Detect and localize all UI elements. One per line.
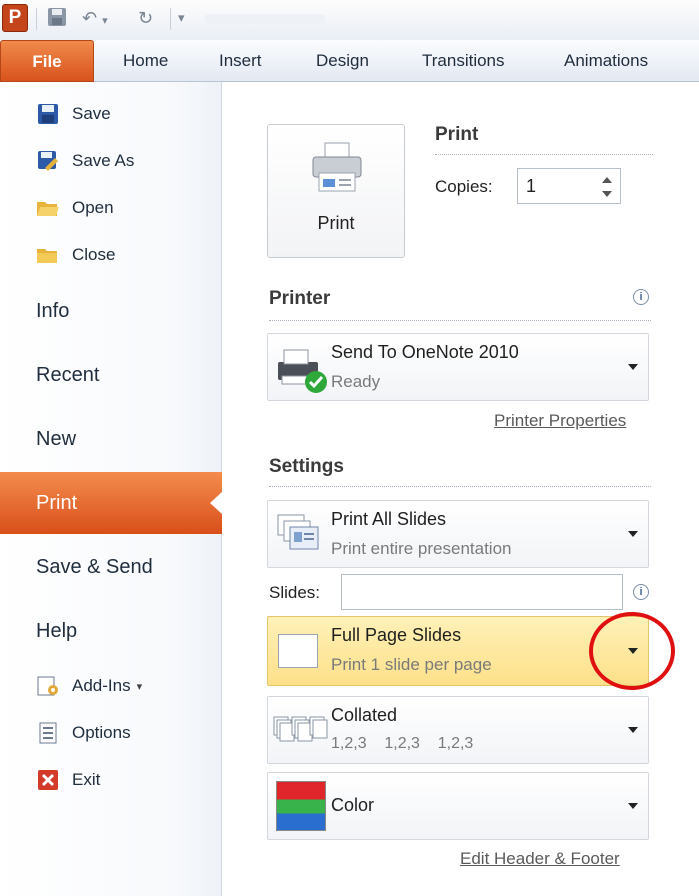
copies-stepper[interactable]: 1: [517, 168, 621, 204]
save-icon: [36, 102, 60, 126]
color-dropdown[interactable]: Color: [267, 772, 649, 840]
nav-save-label: Save: [72, 104, 111, 123]
printer-section-title: Printer: [269, 288, 331, 309]
edit-header-footer-link[interactable]: Edit Header & Footer: [460, 849, 620, 869]
tab-design[interactable]: Design: [316, 40, 369, 82]
ribbon-tabs: File Home Insert Design Transitions Anim…: [0, 40, 699, 82]
exit-icon: [36, 768, 60, 792]
print-range-subtitle: Print entire presentation: [331, 539, 512, 558]
toolbar-separator: [36, 8, 37, 30]
print-range-title: Print All Slides: [331, 509, 447, 529]
printer-status: Ready: [331, 372, 381, 391]
info-icon[interactable]: i: [633, 289, 649, 305]
tab-home[interactable]: Home: [123, 40, 168, 82]
nav-save[interactable]: Save: [36, 99, 111, 129]
nav-help[interactable]: Help: [36, 614, 77, 648]
customize-toolbar-icon[interactable]: ▾: [178, 6, 198, 30]
print-section-title: Print: [435, 124, 479, 145]
nav-save-as[interactable]: Save As: [36, 146, 134, 176]
divider: [269, 320, 651, 321]
slides-label: Slides:: [269, 583, 321, 602]
nav-exit-label: Exit: [72, 770, 101, 789]
printer-name: Send To OneNote 2010: [331, 342, 519, 362]
chevron-down-icon: [628, 727, 638, 733]
tab-insert[interactable]: Insert: [219, 40, 262, 82]
collated-pages-icon: [273, 716, 328, 742]
options-icon: [36, 721, 60, 745]
close-folder-icon: [36, 243, 60, 267]
slides-stack-icon: [277, 514, 319, 550]
redo-icon[interactable]: ↻: [138, 6, 162, 30]
color-swatch-icon: [276, 781, 326, 831]
quick-access-toolbar: P ↶ ▾ ↻ ▾: [0, 0, 699, 40]
spin-down-icon[interactable]: [602, 191, 612, 197]
nav-recent[interactable]: Recent: [36, 358, 99, 392]
layout-subtitle: Print 1 slide per page: [331, 655, 492, 674]
tab-file[interactable]: File: [0, 40, 94, 82]
annotation-circle: [589, 612, 675, 690]
nav-info[interactable]: Info: [36, 294, 69, 328]
printer-properties-link[interactable]: Printer Properties: [494, 411, 626, 431]
nav-save-as-label: Save As: [72, 151, 135, 170]
window-title: [205, 14, 325, 24]
printer-dropdown[interactable]: Send To OneNote 2010 Ready: [267, 333, 649, 401]
print-range-dropdown[interactable]: Print All Slides Print entire presentati…: [267, 500, 649, 568]
copies-label: Copies:: [435, 177, 493, 196]
nav-close[interactable]: Close: [36, 240, 115, 270]
copies-value: 1: [526, 176, 537, 196]
print-button-label: Print: [317, 213, 355, 233]
color-title: Color: [331, 795, 375, 815]
nav-add-ins-label: Add-Ins: [72, 676, 131, 695]
spin-up-icon[interactable]: [602, 177, 612, 183]
save-icon[interactable]: [46, 6, 70, 30]
full-page-slide-icon: [278, 634, 318, 668]
nav-open[interactable]: Open: [36, 193, 114, 223]
nav-options-label: Options: [72, 723, 131, 742]
powerpoint-backstage-window: P ↶ ▾ ↻ ▾ File Home Insert Design Transi…: [0, 0, 699, 896]
tab-transitions[interactable]: Transitions: [422, 40, 505, 82]
powerpoint-logo-icon[interactable]: P: [2, 4, 28, 32]
nav-save-send[interactable]: Save & Send: [36, 550, 153, 584]
tab-animations[interactable]: Animations: [564, 40, 648, 82]
collation-title: Collated: [331, 705, 398, 725]
nav-add-ins[interactable]: Add-Ins ▾: [36, 671, 142, 701]
save-as-icon: [36, 149, 60, 173]
print-button[interactable]: Print: [267, 124, 405, 258]
nav-open-label: Open: [72, 198, 114, 217]
nav-new[interactable]: New: [36, 422, 76, 456]
settings-section-title: Settings: [269, 456, 344, 477]
add-ins-icon: [36, 674, 60, 698]
nav-close-label: Close: [72, 245, 116, 264]
info-icon[interactable]: i: [633, 584, 649, 600]
collation-subtitle: 1,2,3 1,2,3 1,2,3: [331, 735, 474, 752]
nav-options[interactable]: Options: [36, 718, 131, 748]
chevron-down-icon: [628, 364, 638, 370]
nav-print[interactable]: Print: [0, 472, 223, 534]
chevron-down-icon: [628, 803, 638, 809]
layout-title: Full Page Slides: [331, 625, 462, 645]
nav-exit[interactable]: Exit: [36, 765, 100, 795]
toolbar-separator: [170, 8, 171, 30]
divider: [269, 486, 651, 487]
collation-dropdown[interactable]: Collated 1,2,3 1,2,3 1,2,3: [267, 696, 649, 764]
backstage-nav: Save Save As Open Close Info Recent New …: [0, 82, 223, 896]
slides-input[interactable]: [341, 574, 623, 610]
print-pane: Print Print Copies: 1 Printer i Send To …: [223, 82, 699, 896]
printer-icon: [312, 142, 362, 192]
divider: [435, 154, 653, 155]
chevron-down-icon: ▾: [136, 680, 143, 693]
undo-icon[interactable]: ↶ ▾: [82, 6, 122, 30]
open-folder-icon: [36, 196, 60, 220]
printer-ready-icon: [278, 349, 327, 393]
chevron-down-icon: [628, 531, 638, 537]
